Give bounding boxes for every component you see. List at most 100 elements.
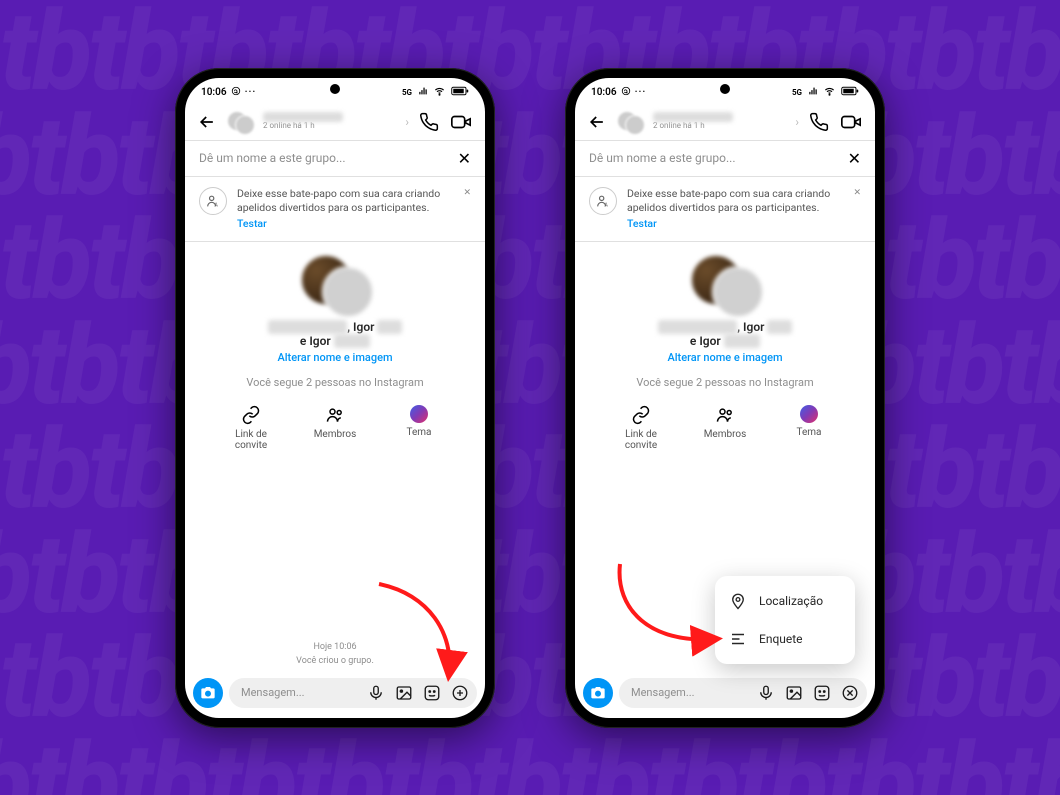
close-attachments-button[interactable] bbox=[841, 684, 859, 702]
clear-name-button[interactable]: ✕ bbox=[458, 149, 471, 168]
audio-call-button[interactable] bbox=[807, 110, 831, 134]
group-actions: Link de convite Membros Tema bbox=[185, 395, 485, 455]
message-field[interactable]: Mensagem... bbox=[619, 678, 867, 708]
link-icon bbox=[631, 405, 651, 425]
group-name-placeholder: Dê um nome a este grupo... bbox=[199, 151, 458, 165]
suggestion-close[interactable]: ✕ bbox=[463, 187, 471, 199]
whatsapp-icon bbox=[621, 86, 631, 99]
chevron-right-icon[interactable]: › bbox=[405, 115, 409, 129]
clear-name-button[interactable]: ✕ bbox=[848, 149, 861, 168]
menu-item-poll[interactable]: Enquete bbox=[715, 620, 855, 658]
battery-icon bbox=[838, 86, 859, 99]
change-name-image-link[interactable]: Alterar nome e imagem bbox=[277, 351, 392, 364]
header-avatars[interactable] bbox=[617, 111, 645, 133]
action-members[interactable]: Membros bbox=[305, 405, 365, 451]
person-tag-icon: A bbox=[589, 187, 617, 215]
nickname-suggestion[interactable]: A Deixe esse bate-papo com sua cara cria… bbox=[185, 177, 485, 243]
more-dots-icon: ··· bbox=[245, 87, 257, 98]
battery-icon bbox=[448, 86, 469, 99]
network-5g: 5G bbox=[402, 88, 412, 97]
phone-screen-2: 10:06 ··· 5G bbox=[575, 78, 875, 718]
back-button[interactable] bbox=[585, 110, 609, 134]
chat-subtitle: 2 online há 1 h bbox=[263, 122, 397, 131]
back-button[interactable] bbox=[195, 110, 219, 134]
follow-note: Você segue 2 pessoas no Instagram bbox=[636, 376, 813, 389]
action-invite-link[interactable]: Link de convite bbox=[611, 405, 671, 451]
action-theme[interactable]: Tema bbox=[779, 405, 839, 451]
action-theme[interactable]: Tema bbox=[389, 405, 449, 451]
chat-header: 2 online há 1 h › bbox=[185, 104, 485, 140]
mic-icon[interactable] bbox=[367, 684, 385, 702]
chat-subtitle: 2 online há 1 h bbox=[653, 122, 787, 131]
signal-icon bbox=[805, 86, 818, 99]
nickname-suggestion[interactable]: A Deixe esse bate-papo com sua cara cria… bbox=[575, 177, 875, 243]
plus-button[interactable] bbox=[451, 684, 469, 702]
action-invite-label: Link de convite bbox=[221, 429, 281, 451]
group-name-row[interactable]: Dê um nome a este grupo... ✕ bbox=[185, 140, 485, 177]
svg-text:A: A bbox=[604, 202, 608, 208]
audio-call-button[interactable] bbox=[417, 110, 441, 134]
group-name-row[interactable]: Dê um nome a este grupo... ✕ bbox=[575, 140, 875, 177]
wifi-icon bbox=[821, 86, 835, 100]
action-members-label: Membros bbox=[314, 429, 357, 440]
chat-title-blurred bbox=[263, 112, 343, 122]
system-message: Você criou o grupo. bbox=[185, 656, 485, 666]
video-call-button[interactable] bbox=[449, 110, 473, 134]
group-avatars bbox=[300, 254, 370, 314]
network-5g: 5G bbox=[792, 88, 802, 97]
sticker-icon[interactable] bbox=[423, 684, 441, 702]
chat-header: 2 online há 1 h › bbox=[575, 104, 875, 140]
message-input-bar: Mensagem... bbox=[575, 672, 875, 718]
svg-text:A: A bbox=[214, 202, 218, 208]
members-icon bbox=[325, 405, 345, 425]
action-theme-label: Tema bbox=[407, 427, 432, 438]
action-members[interactable]: Membros bbox=[695, 405, 755, 451]
camera-notch bbox=[330, 84, 340, 94]
background-pattern: tbtbtbtbtbtbtbtbtbtbtbtbtb tbtbtbtbtbtbt… bbox=[0, 0, 1060, 795]
menu-item-location[interactable]: Localização bbox=[715, 582, 855, 620]
message-placeholder: Mensagem... bbox=[241, 686, 305, 699]
group-avatars bbox=[690, 254, 760, 314]
message-placeholder: Mensagem... bbox=[631, 686, 695, 699]
group-name-placeholder: Dê um nome a este grupo... bbox=[589, 151, 848, 165]
stage: tbtbtbtbtbtbtbtbtbtbtbtbtb tbtbtbtbtbtbt… bbox=[0, 0, 1060, 795]
sticker-icon[interactable] bbox=[813, 684, 831, 702]
menu-item-location-label: Localização bbox=[759, 594, 823, 608]
change-name-image-link[interactable]: Alterar nome e imagem bbox=[667, 351, 782, 364]
group-info: xxxxxxxxxxxxx, Igor xxxx e Igor xxxxxx A… bbox=[185, 242, 485, 395]
action-invite-link[interactable]: Link de convite bbox=[221, 405, 281, 451]
header-avatars[interactable] bbox=[227, 111, 255, 133]
whatsapp-icon bbox=[231, 86, 241, 99]
suggestion-try-link[interactable]: Testar bbox=[627, 217, 657, 231]
theme-swatch-icon bbox=[800, 405, 818, 423]
suggestion-try-link[interactable]: Testar bbox=[237, 217, 267, 231]
phone-screen-1: 10:06 ··· 5G bbox=[185, 78, 485, 718]
camera-button[interactable] bbox=[193, 678, 223, 708]
menu-item-poll-label: Enquete bbox=[759, 632, 803, 646]
camera-notch bbox=[720, 84, 730, 94]
camera-button[interactable] bbox=[583, 678, 613, 708]
video-call-button[interactable] bbox=[839, 110, 863, 134]
group-member-names: xxxxxxxxxxxxx, Igor xxxx e Igor xxxxxx bbox=[268, 320, 401, 348]
status-time: 10:06 bbox=[201, 87, 227, 98]
theme-swatch-icon bbox=[410, 405, 428, 423]
wifi-icon bbox=[431, 86, 445, 100]
mic-icon[interactable] bbox=[757, 684, 775, 702]
members-icon bbox=[715, 405, 735, 425]
action-theme-label: Tema bbox=[797, 427, 822, 438]
signal-icon bbox=[415, 86, 428, 99]
phone-mock-2: 10:06 ··· 5G bbox=[565, 68, 885, 728]
suggestion-close[interactable]: ✕ bbox=[853, 187, 861, 199]
message-field[interactable]: Mensagem... bbox=[229, 678, 477, 708]
chevron-right-icon[interactable]: › bbox=[795, 115, 799, 129]
gallery-icon[interactable] bbox=[785, 684, 803, 702]
attachment-menu: Localização Enquete bbox=[715, 576, 855, 664]
poll-icon bbox=[729, 630, 747, 648]
follow-note: Você segue 2 pessoas no Instagram bbox=[246, 376, 423, 389]
person-tag-icon: A bbox=[199, 187, 227, 215]
suggestion-text: Deixe esse bate-papo com sua cara criand… bbox=[627, 187, 861, 232]
group-info: xxxxxxxxxxxxx, Igor xxxx e Igor xxxxxx A… bbox=[575, 242, 875, 395]
gallery-icon[interactable] bbox=[395, 684, 413, 702]
chat-title-blurred bbox=[653, 112, 733, 122]
link-icon bbox=[241, 405, 261, 425]
